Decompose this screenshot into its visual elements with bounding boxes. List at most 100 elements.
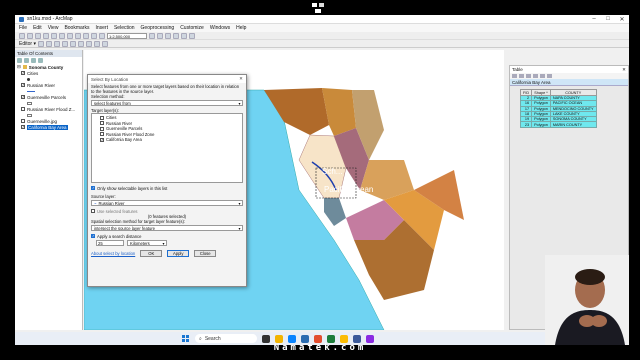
target-layer-checkbox[interactable] — [100, 126, 104, 131]
redo-icon[interactable] — [91, 32, 97, 39]
menu-view[interactable]: View — [48, 25, 59, 31]
task-view-icon[interactable] — [262, 334, 270, 343]
undo-icon[interactable] — [83, 32, 89, 39]
layer-visibility-checkbox[interactable] — [21, 119, 25, 123]
pan-icon[interactable] — [61, 40, 68, 47]
identify-icon[interactable] — [93, 40, 100, 47]
table-cell[interactable]: Polygon — [531, 121, 551, 128]
target-layer-checkbox[interactable] — [100, 121, 104, 126]
excel-icon[interactable] — [327, 334, 335, 343]
editor-menu[interactable]: Editor ▾ — [19, 41, 36, 47]
arcmap-taskbar-icon[interactable] — [353, 334, 361, 343]
ok-button[interactable]: OK — [140, 250, 163, 257]
layer-visibility-checkbox[interactable] — [21, 107, 25, 111]
full-extent-icon[interactable] — [69, 40, 76, 47]
file-explorer-icon[interactable] — [275, 334, 283, 343]
apply-button[interactable]: Apply — [167, 250, 190, 257]
distance-input[interactable]: 25 — [96, 239, 124, 246]
menu-bookmarks[interactable]: Bookmarks — [64, 25, 89, 31]
table-cell[interactable]: Polygon — [531, 100, 551, 107]
menu-geoprocessing[interactable]: Geoprocessing — [141, 25, 175, 31]
minimize-icon[interactable]: – — [587, 16, 601, 23]
layer-visibility-checkbox[interactable]: ✓ — [21, 95, 25, 99]
lake-county-polygon[interactable] — [322, 88, 356, 136]
python-window-icon[interactable] — [189, 32, 195, 39]
close-icon[interactable]: ✕ — [615, 16, 629, 23]
toc-layer-california-bay-area[interactable]: ✓ California Bay Area — [15, 124, 82, 130]
help-link[interactable]: About select by location — [91, 251, 135, 256]
clear-selection-icon[interactable] — [85, 40, 92, 47]
only-selectable-checkbox[interactable]: ✓ — [91, 186, 95, 190]
open-icon[interactable] — [27, 32, 33, 39]
chrome-icon[interactable] — [340, 334, 348, 343]
new-icon[interactable] — [19, 32, 25, 39]
paste-icon[interactable] — [67, 32, 73, 39]
save-icon[interactable] — [35, 32, 41, 39]
maximize-icon[interactable]: □ — [601, 16, 615, 23]
menu-help[interactable]: Help — [236, 25, 246, 31]
cut-icon[interactable] — [51, 32, 57, 39]
collapse-icon[interactable]: ⊟ — [17, 64, 21, 70]
taskbar-search[interactable]: ⌕ Search — [195, 334, 257, 343]
list-by-selection-icon[interactable] — [38, 58, 43, 63]
zoom-out-icon[interactable] — [53, 40, 60, 47]
table-options-icon[interactable] — [512, 74, 517, 78]
table-tab[interactable]: California Bay Area — [510, 79, 628, 86]
edge-browser-icon[interactable] — [288, 334, 296, 343]
select-features-icon[interactable] — [77, 40, 84, 47]
table-cell[interactable]: MENDOCINO COUNTY — [549, 105, 597, 112]
dialog-close-icon[interactable]: ✕ — [236, 76, 246, 82]
map-scale-input[interactable]: 1:2,500,000 — [107, 32, 147, 39]
list-by-visibility-icon[interactable] — [31, 58, 36, 63]
list-by-source-icon[interactable] — [24, 58, 29, 63]
source-layer-select[interactable]: ~ Russian River ▾ — [91, 200, 243, 206]
related-tables-icon[interactable] — [519, 74, 524, 78]
selection-method-select[interactable]: select features from ▾ — [91, 100, 243, 106]
list-by-drawing-order-icon[interactable] — [17, 58, 22, 63]
table-cell[interactable]: Polygon — [531, 116, 551, 123]
edit-tool-icon[interactable] — [37, 40, 44, 47]
table-cell[interactable]: MARIN COUNTY — [549, 121, 597, 128]
spatial-method-select[interactable]: intersect the source layer feature ▾ — [91, 225, 243, 231]
layer-visibility-checkbox[interactable]: ✓ — [21, 125, 25, 129]
measure-icon[interactable] — [101, 40, 108, 47]
menu-insert[interactable]: Insert — [95, 25, 108, 31]
table-cell[interactable]: 23 — [519, 121, 533, 128]
target-layer-item[interactable]: ✓ California Bay Area — [94, 137, 240, 143]
marin-county-polygon[interactable] — [324, 198, 346, 226]
table-close-icon[interactable]: ✕ — [620, 66, 628, 73]
delete-icon[interactable] — [75, 32, 81, 39]
search-window-icon[interactable] — [173, 32, 179, 39]
table-cell[interactable]: Polygon — [531, 105, 551, 112]
editor-toolbar-icon[interactable] — [149, 32, 155, 39]
windows-start-icon[interactable] — [182, 335, 189, 342]
menu-windows[interactable]: Windows — [210, 25, 230, 31]
app-icon[interactable] — [366, 334, 374, 343]
print-icon[interactable] — [43, 32, 49, 39]
menu-edit[interactable]: Edit — [33, 25, 42, 31]
copy-icon[interactable] — [59, 32, 65, 39]
select-by-attributes-icon[interactable] — [526, 74, 531, 78]
target-layer-checkbox[interactable]: ✓ — [100, 137, 104, 142]
distance-unit-select[interactable]: Kilometers ▾ — [127, 239, 167, 246]
apply-distance-checkbox[interactable]: ✓ — [91, 234, 95, 238]
toc-window-icon[interactable] — [157, 32, 163, 39]
target-layer-checkbox[interactable] — [100, 132, 104, 137]
add-data-icon[interactable] — [99, 32, 105, 39]
use-selected-checkbox[interactable] — [91, 209, 95, 213]
table-cell[interactable]: Polygon — [531, 94, 551, 102]
menu-selection[interactable]: Selection — [114, 25, 135, 31]
arctoolbox-icon[interactable] — [181, 32, 187, 39]
only-selectable-row[interactable]: ✓ Only show selectable layers in this li… — [91, 185, 243, 191]
zoom-in-icon[interactable] — [45, 40, 52, 47]
target-layer-checkbox[interactable] — [100, 115, 104, 120]
menu-customize[interactable]: Customize — [180, 25, 204, 31]
clear-selection-icon[interactable] — [540, 74, 545, 78]
layer-visibility-checkbox[interactable]: ✓ — [21, 83, 25, 87]
layer-visibility-checkbox[interactable]: ✓ — [21, 71, 25, 75]
table-row[interactable]: 23 Polygon MARIN COUNTY — [519, 121, 597, 128]
delete-selected-icon[interactable] — [547, 74, 552, 78]
close-button[interactable]: Close — [194, 250, 217, 257]
outlook-icon[interactable] — [301, 334, 309, 343]
catalog-window-icon[interactable] — [165, 32, 171, 39]
